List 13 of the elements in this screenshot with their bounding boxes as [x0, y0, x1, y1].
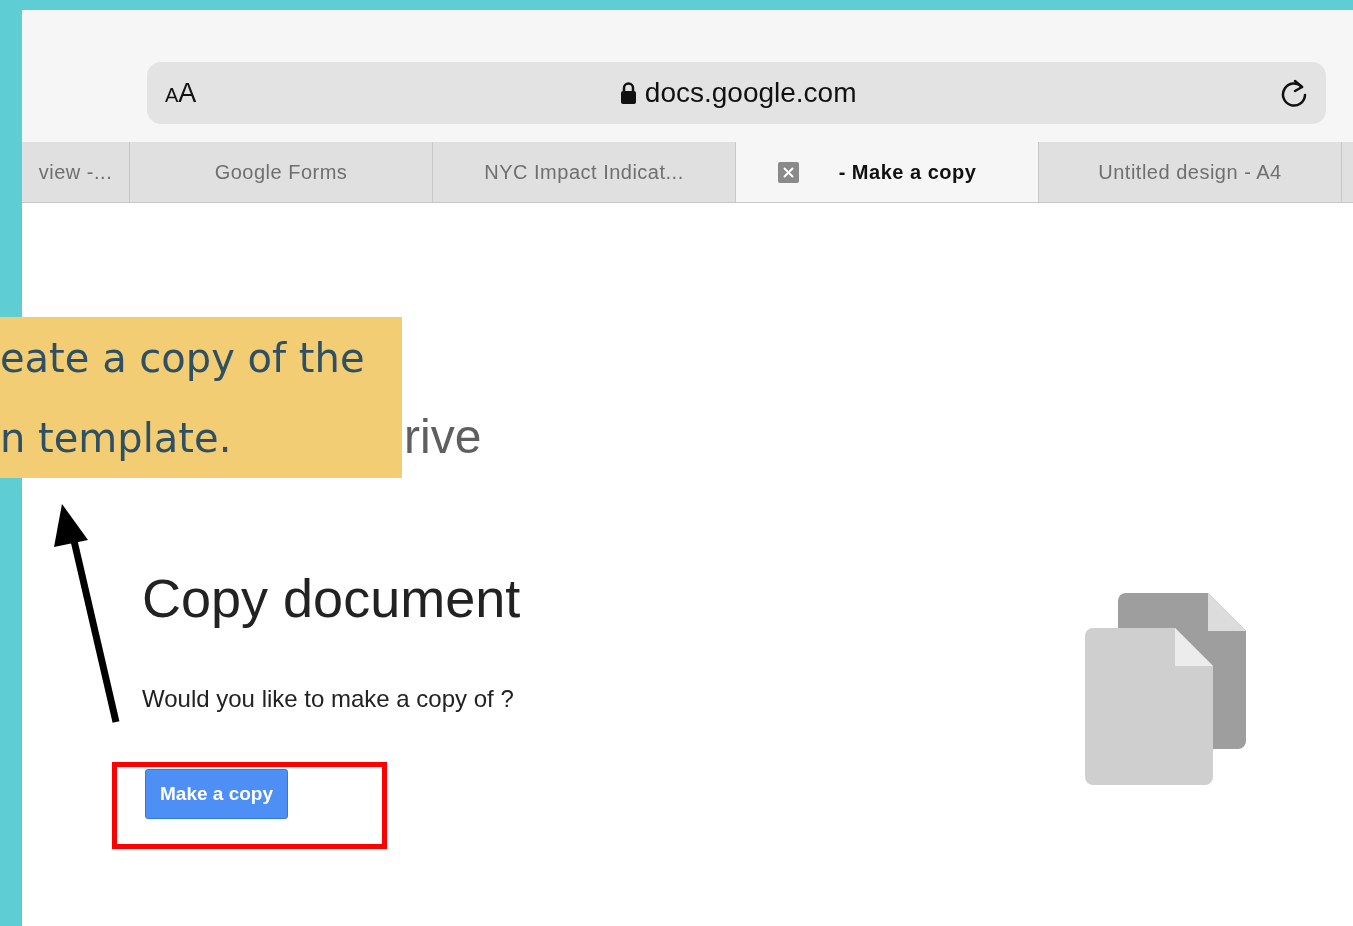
browser-tab[interactable]: - Make a copy [736, 142, 1039, 202]
text-size-button[interactable]: AA [165, 77, 197, 109]
callout-text: eate a copy of the [0, 334, 365, 381]
page-heading: rive [404, 413, 483, 461]
callout-text: n template. [0, 414, 232, 461]
make-copy-button[interactable]: Make a copy [145, 769, 288, 819]
lock-icon [619, 81, 637, 105]
reload-icon[interactable] [1280, 78, 1308, 108]
address-bar[interactable]: AA docs.google.com [147, 62, 1326, 124]
copy-prompt: Would you like to make a copy of ? [142, 685, 515, 713]
url-text: docs.google.com [644, 77, 857, 109]
documents-icon [1085, 593, 1246, 785]
close-icon[interactable] [777, 161, 799, 183]
